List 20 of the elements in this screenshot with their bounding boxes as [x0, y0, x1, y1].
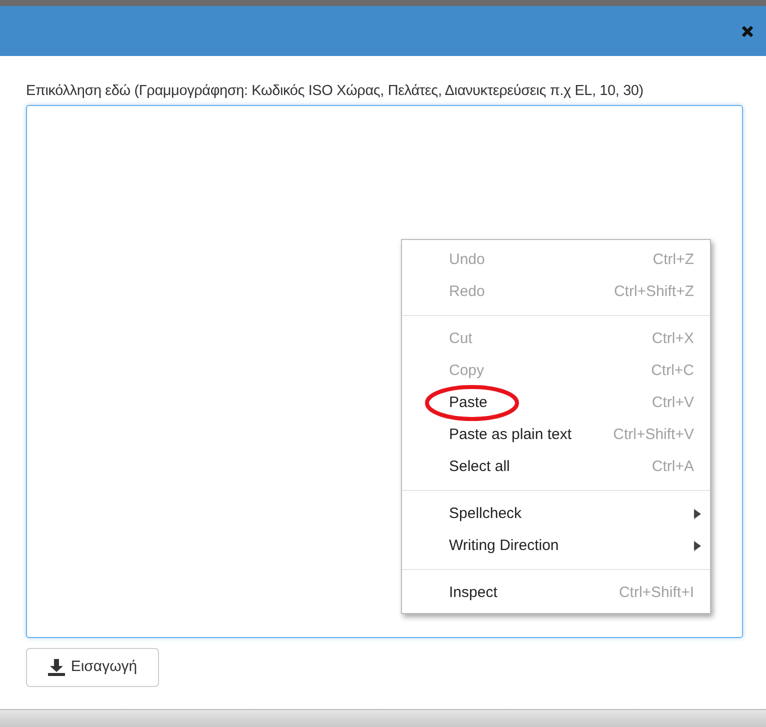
shortcut-label: Ctrl+V: [652, 392, 694, 412]
submenu-arrow-icon: [694, 508, 701, 519]
menu-item[interactable]: Select all Ctrl+A: [402, 450, 710, 483]
menu-item[interactable]: Inspect Ctrl+Shift+I: [402, 576, 710, 609]
shortcut-label: Ctrl+Shift+I: [618, 582, 694, 602]
submenu-arrow-icon: [694, 540, 701, 551]
menu-item[interactable]: Paste as plain text Ctrl+Shift+V: [402, 418, 710, 451]
shortcut-label: Ctrl+A: [652, 456, 694, 476]
shortcut-label: Ctrl+C: [651, 360, 694, 380]
shortcut-label: Ctrl+Shift+Z: [614, 282, 694, 302]
shortcut-label: Ctrl+Shift+V: [613, 424, 694, 444]
menu-item[interactable]: Spellcheck: [402, 498, 710, 530]
shortcut-label: Ctrl+X: [652, 328, 694, 348]
menu-item[interactable]: Writing Direction: [402, 530, 710, 562]
download-icon: [48, 658, 65, 676]
close-icon: [740, 24, 754, 38]
field-label: Επικόλληση εδώ (Γραμμογράφηση: Κωδικός ISO Χώρας, Πελάτες, Διανυκτερεύσεις π.χ EL, 10, 30): [26, 82, 644, 101]
import-button[interactable]: Εισαγωγή: [26, 648, 159, 687]
shortcut-label: Ctrl+Z: [652, 250, 694, 270]
menu-item[interactable]: Paste Ctrl+V: [402, 386, 710, 419]
